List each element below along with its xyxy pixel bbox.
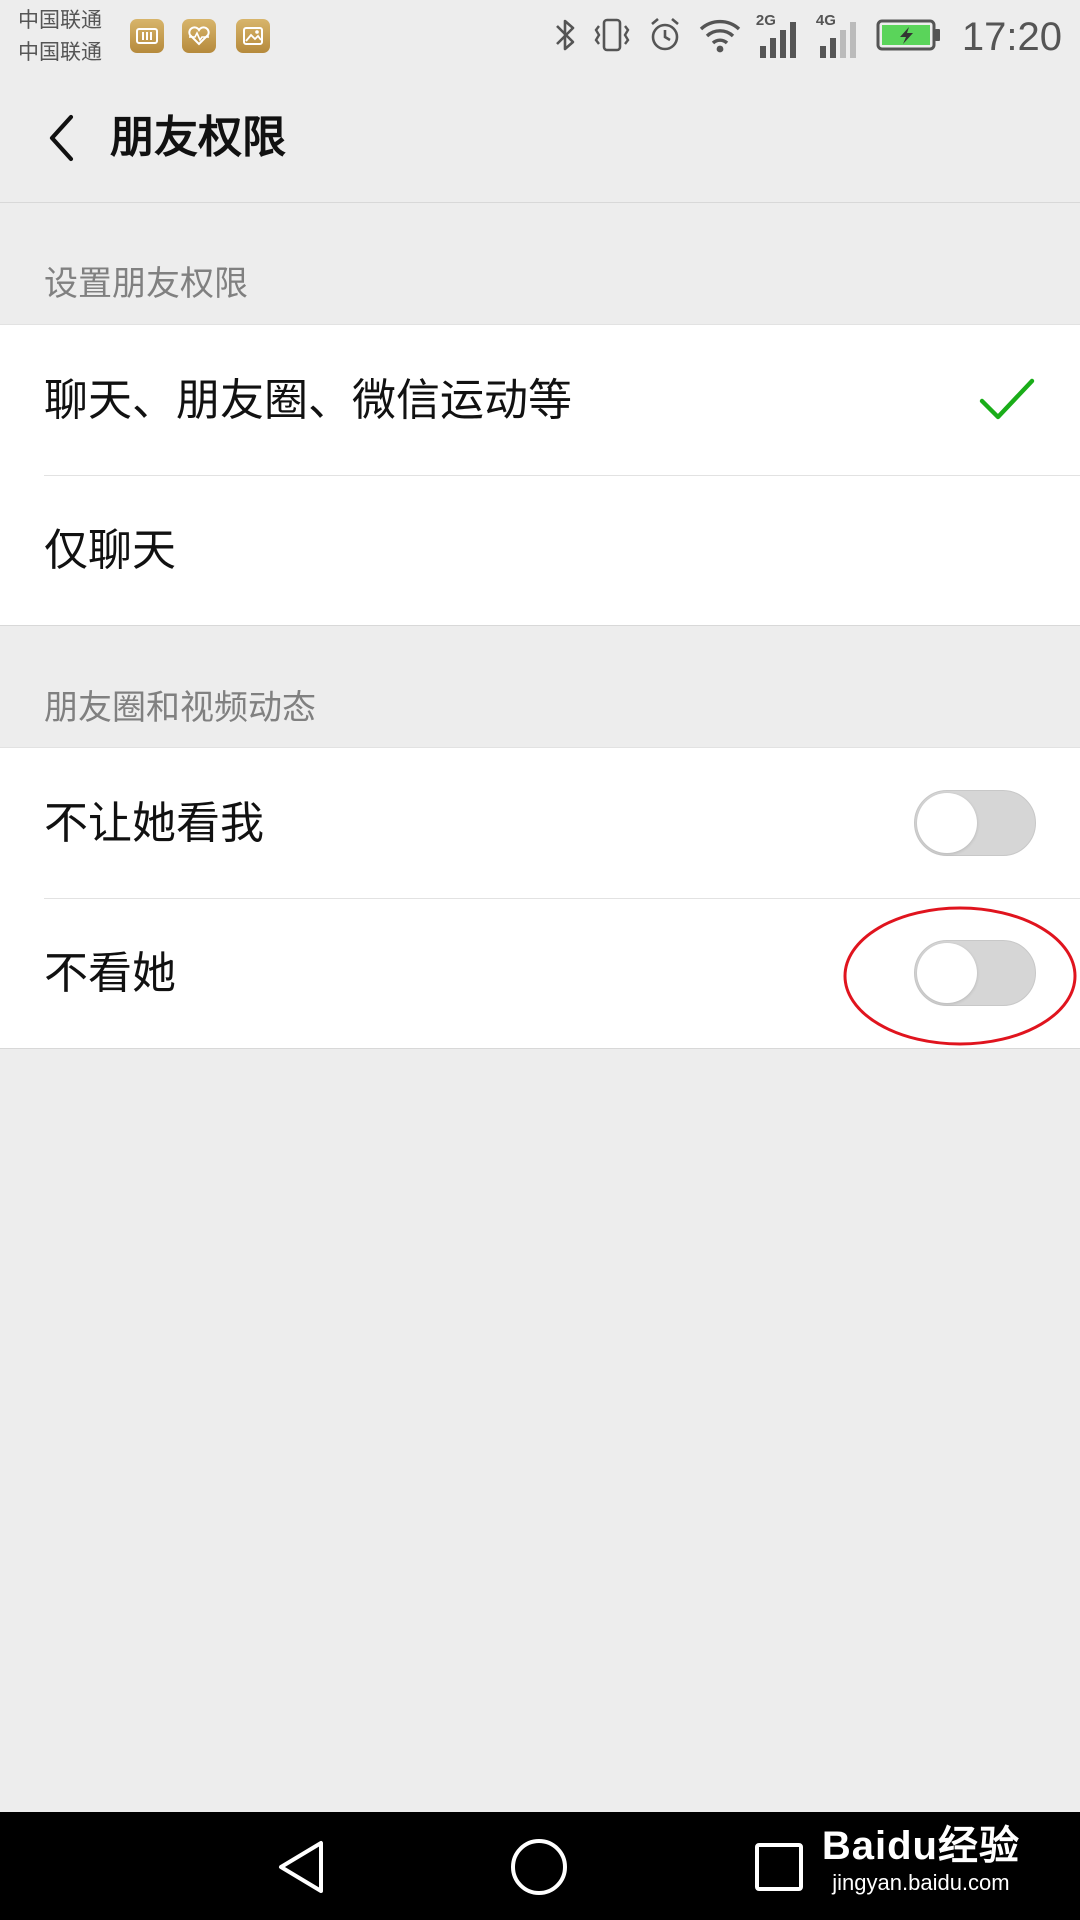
circle-home-icon	[511, 1839, 567, 1895]
triangle-back-icon	[279, 1841, 323, 1893]
status-icons: 2G 4G 17:20	[552, 8, 1062, 66]
watermark-url: jingyan.baidu.com	[832, 1870, 1010, 1895]
alarm-icon	[646, 16, 684, 58]
carrier-label-2: 中国联通	[18, 40, 102, 64]
toggle-knob	[917, 793, 977, 853]
option-label: 仅聊天	[44, 525, 176, 576]
signal-2g-icon: 2G	[756, 12, 802, 62]
notification-app-icon	[130, 19, 164, 53]
chevron-left-icon	[49, 114, 74, 162]
option-chat-moments-sports[interactable]: 聊天、朋友圈、微信运动等	[0, 325, 1080, 475]
square-recents-icon	[755, 1843, 803, 1891]
option-chat-only[interactable]: 仅聊天	[0, 475, 1080, 625]
nav-bar: 朋友权限	[0, 74, 1080, 203]
hide-my-moments-toggle[interactable]	[914, 790, 1036, 856]
baidu-jingyan-watermark: Baidu经验 jingyan.baidu.com	[822, 1822, 1020, 1896]
wifi-icon	[698, 16, 742, 58]
signal-4g-icon: 4G	[816, 12, 862, 62]
section-header-moments: 朋友圈和视频动态	[44, 688, 316, 728]
section-header-permissions: 设置朋友权限	[44, 264, 248, 304]
network-type-2: 4G	[815, 12, 836, 29]
status-bar: 中国联通 中国联通 2G 4G 17:20	[0, 0, 1080, 74]
gallery-app-icon	[236, 19, 270, 53]
vibrate-icon	[592, 16, 632, 58]
battery-charging-icon	[876, 18, 942, 56]
system-recents-button[interactable]	[746, 1834, 812, 1900]
status-time: 17:20	[961, 14, 1062, 59]
system-home-button[interactable]	[506, 1834, 572, 1900]
system-nav-bar: Baidu经验 jingyan.baidu.com	[0, 1812, 1080, 1920]
row-hide-my-moments: 不让她看我	[0, 748, 1080, 898]
back-button[interactable]	[28, 104, 96, 172]
network-type-1: 2G	[755, 12, 776, 29]
system-back-button[interactable]	[268, 1834, 334, 1900]
annotation-ellipse	[843, 906, 1077, 1046]
option-label: 聊天、朋友圈、微信运动等	[44, 375, 572, 426]
row-label: 不看她	[44, 948, 176, 999]
watermark-brand: Baidu经验	[821, 1824, 1020, 1868]
checkmark-icon	[979, 378, 1035, 420]
carrier-label-1: 中国联通	[18, 8, 102, 32]
bluetooth-icon	[552, 16, 578, 58]
row-label: 不让她看我	[44, 798, 264, 849]
permissions-group: 聊天、朋友圈、微信运动等 仅聊天	[0, 324, 1080, 626]
page-title: 朋友权限	[110, 112, 286, 163]
health-app-icon	[182, 19, 216, 53]
